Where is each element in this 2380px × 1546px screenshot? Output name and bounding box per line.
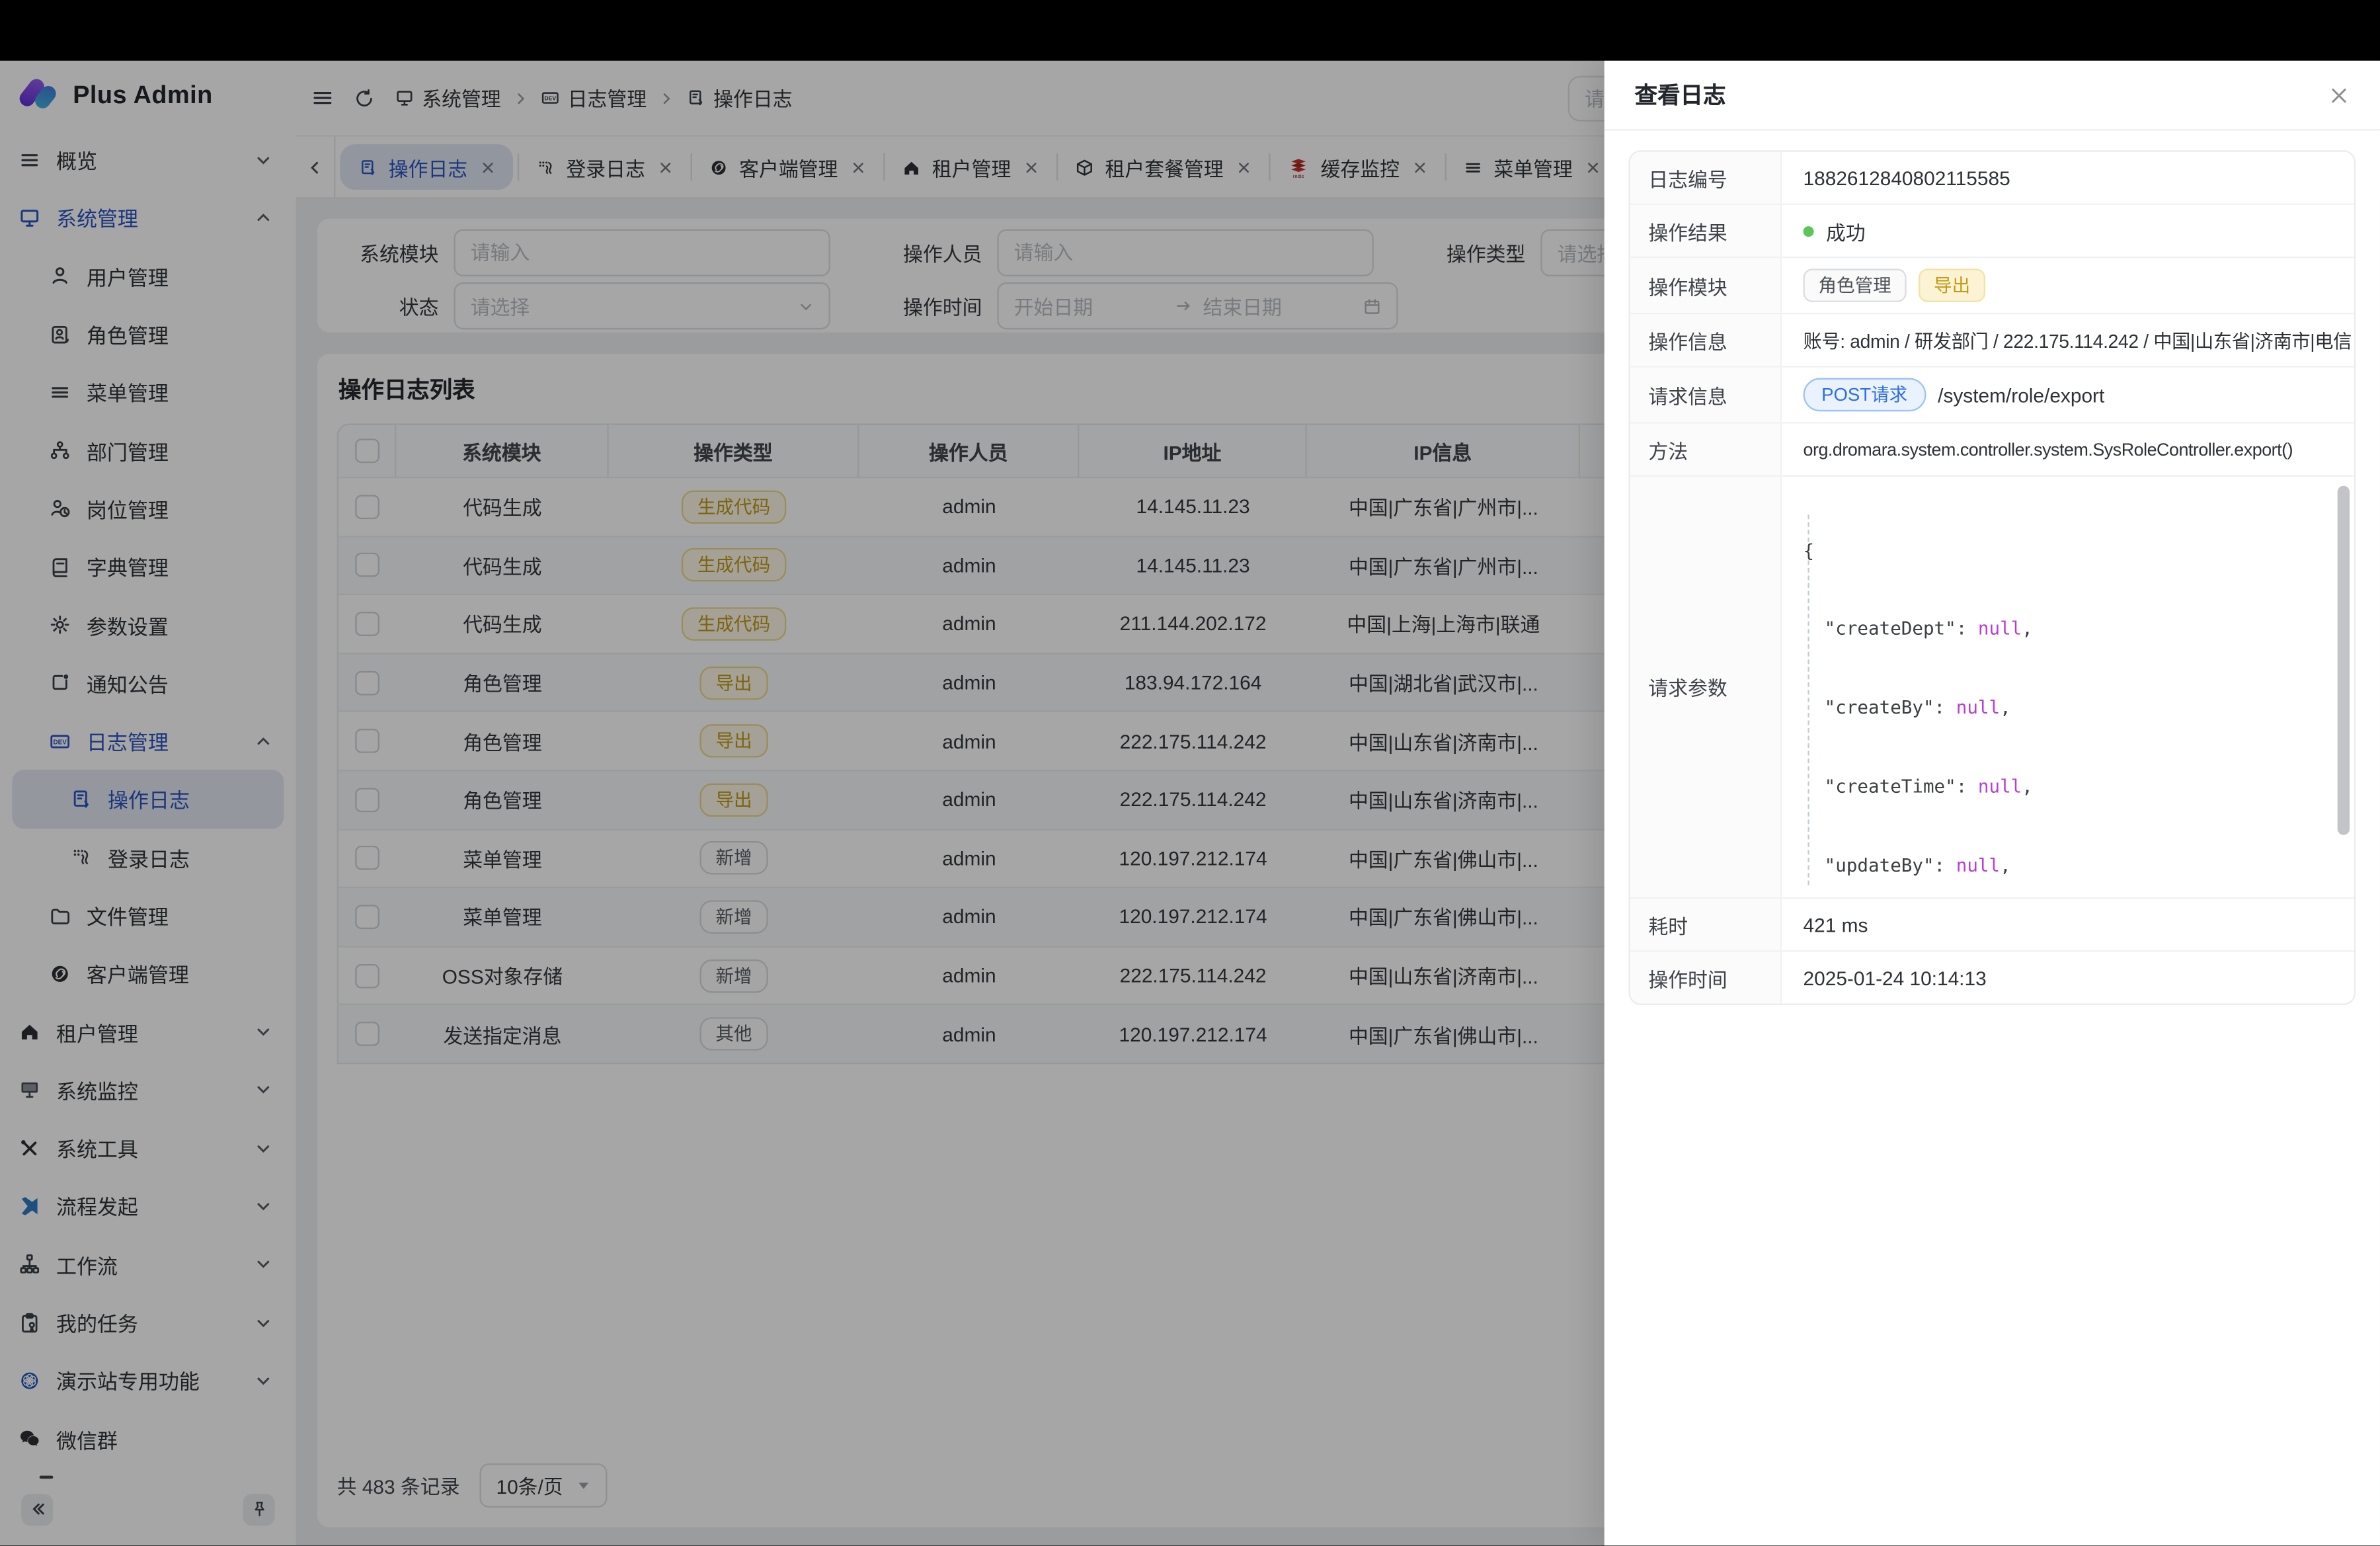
- detail-label: 操作结果: [1630, 205, 1782, 257]
- method-value: org.dromara.system.controller.system.Sys…: [1782, 424, 2354, 475]
- detail-label: 请求信息: [1630, 368, 1782, 423]
- json-viewer: { "createDept": null, "createBy": null, …: [1804, 486, 2110, 897]
- detail-row: 操作结果 成功: [1630, 204, 2354, 257]
- detail-row: 操作模块 角色管理 导出: [1630, 257, 2354, 313]
- module-badge: 角色管理: [1804, 268, 1907, 302]
- detail-row: 操作信息 账号: admin / 研发部门 / 222.175.114.242 …: [1630, 313, 2354, 366]
- detail-label: 操作时间: [1630, 952, 1782, 1004]
- request-info-value: POST请求 /system/role/export: [1782, 368, 2354, 423]
- detail-label: 日志编号: [1630, 152, 1782, 204]
- detail-label: 请求参数: [1630, 477, 1782, 897]
- detail-row: 耗时 421 ms: [1630, 897, 2354, 950]
- request-path: /system/role/export: [1938, 384, 2104, 406]
- action-badge: 导出: [1919, 268, 1985, 302]
- detail-label: 方法: [1630, 424, 1782, 475]
- detail-row: 请求信息 POST请求 /system/role/export: [1630, 366, 2354, 422]
- drawer-title: 查看日志: [1635, 79, 1726, 110]
- detail-label: 操作模块: [1630, 258, 1782, 313]
- post-method-badge: POST请求: [1804, 378, 1926, 412]
- detail-label: 耗时: [1630, 899, 1782, 950]
- module-value: 角色管理 导出: [1782, 258, 2354, 313]
- operation-time-value: 2025-01-24 10:14:13: [1782, 952, 2354, 1004]
- log-id-value: 1882612840802115585: [1782, 152, 2354, 204]
- close-icon[interactable]: [2328, 84, 2350, 105]
- detail-row: 方法 org.dromara.system.controller.system.…: [1630, 422, 2354, 475]
- result-value: 成功: [1782, 205, 2354, 257]
- detail-row: 操作时间 2025-01-24 10:14:13: [1630, 950, 2354, 1003]
- success-dot-icon: [1804, 225, 1814, 236]
- detail-row: 请求参数 { "createDept": null, "createBy": n…: [1630, 475, 2354, 897]
- view-log-drawer: 查看日志 日志编号 1882612840802115585 操作结果 成功 操作: [1605, 61, 2380, 1545]
- top-letterbox: [0, 0, 2380, 61]
- json-scrollbar-thumb[interactable]: [2338, 486, 2350, 835]
- screen: Plus Admin 概览 系统管理 用户管理: [0, 0, 2380, 1545]
- drawer-body: 日志编号 1882612840802115585 操作结果 成功 操作模块 角色…: [1629, 130, 2356, 1004]
- duration-value: 421 ms: [1782, 899, 2354, 950]
- request-params-value: { "createDept": null, "createBy": null, …: [1782, 477, 2354, 897]
- drawer-header: 查看日志: [1605, 61, 2380, 131]
- detail-label: 操作信息: [1630, 314, 1782, 366]
- result-text: 成功: [1826, 216, 1866, 245]
- modal-overlay[interactable]: [0, 61, 1605, 1545]
- operation-info-value: 账号: admin / 研发部门 / 222.175.114.242 / 中国|…: [1782, 314, 2354, 366]
- log-detail-table: 日志编号 1882612840802115585 操作结果 成功 操作模块 角色…: [1629, 150, 2356, 1005]
- detail-row: 日志编号 1882612840802115585: [1630, 152, 2354, 204]
